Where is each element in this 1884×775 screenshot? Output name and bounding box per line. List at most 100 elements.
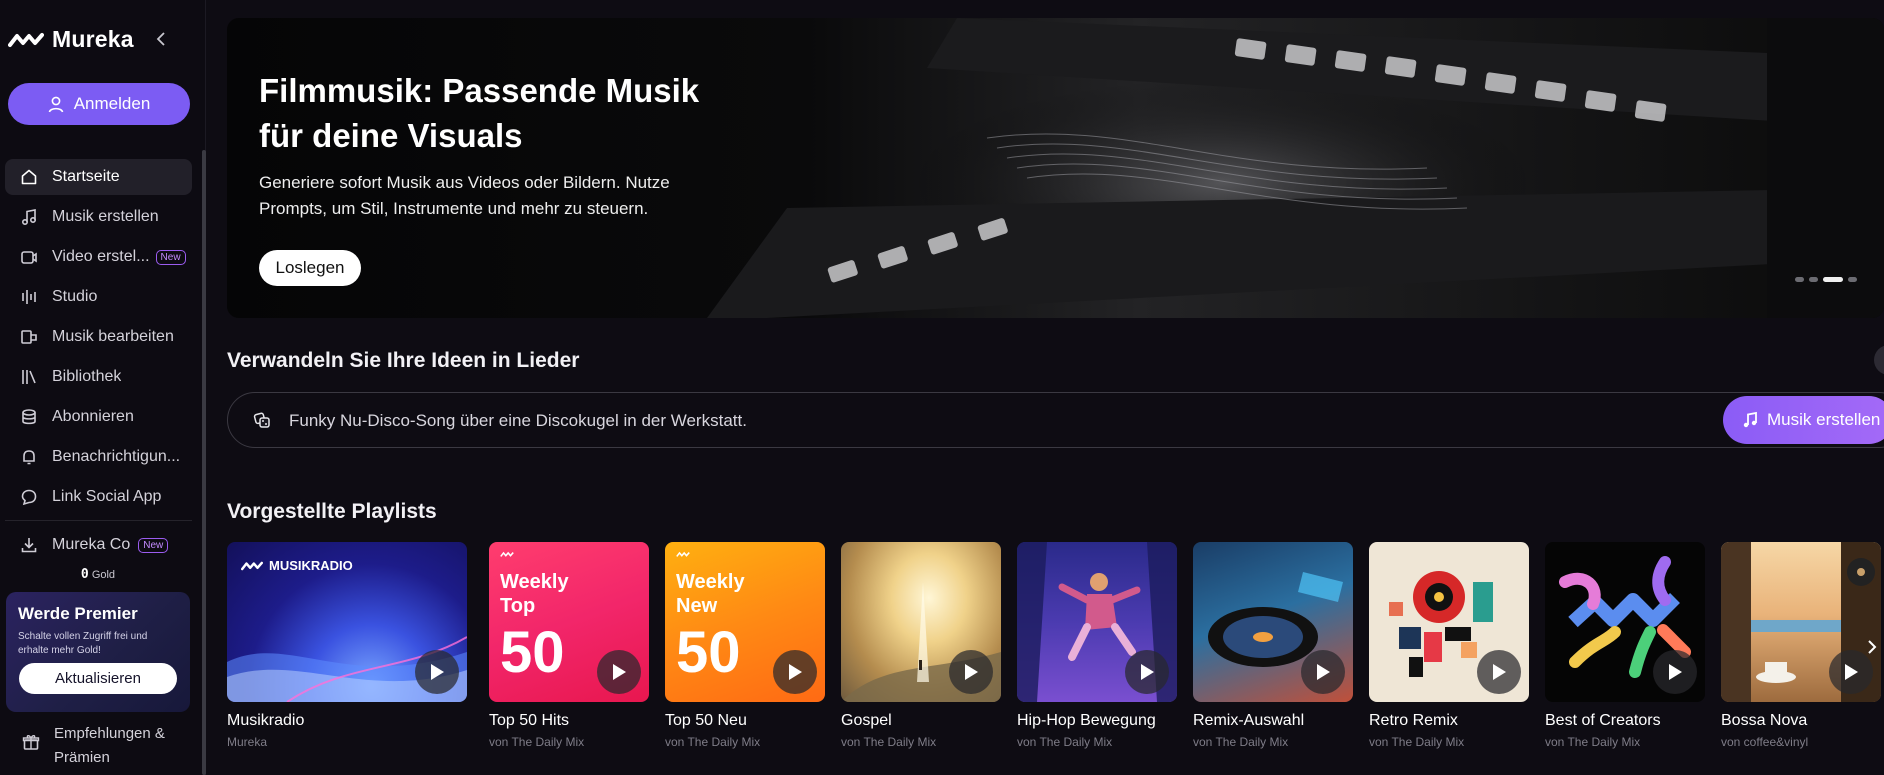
premier-upsell-card: Werde Premier Schalte vollen Zugriff fre… xyxy=(6,592,190,712)
play-button[interactable] xyxy=(949,650,993,694)
playlist-name: Hip-Hop Bewegung xyxy=(1017,712,1156,729)
sidebar-item-video-erstellen[interactable]: Video erstel... New xyxy=(5,239,192,275)
edit-music-icon xyxy=(20,328,38,346)
playlist-card[interactable]: Retro Remix von The Daily Mix xyxy=(1369,542,1529,749)
play-icon xyxy=(965,664,978,680)
sidebar-item-studio[interactable]: Studio xyxy=(5,279,192,315)
playlist-name: Musikradio xyxy=(227,712,305,729)
playlist-card[interactable]: Hip-Hop Bewegung von The Daily Mix xyxy=(1017,542,1177,749)
upgrade-button[interactable]: Aktualisieren xyxy=(19,663,177,694)
sidebar-item-label: Link Social App xyxy=(52,488,162,505)
playlist-owner: von The Daily Mix xyxy=(1369,735,1465,749)
playlist-cover: MUSIKRADIO xyxy=(227,542,467,702)
playlist-owner: von The Daily Mix xyxy=(1017,735,1113,749)
cover-number: 50 xyxy=(676,620,741,685)
sidebar-item-bibliothek[interactable]: Bibliothek xyxy=(5,359,192,395)
cover-number: 50 xyxy=(500,620,565,685)
playlist-name: Best of Creators xyxy=(1545,712,1661,729)
sidebar-item-musik-bearbeiten[interactable]: Musik bearbeiten xyxy=(5,319,192,355)
playlist-row: MUSIKRADIO Musikradio Mureka Weekly Top … xyxy=(227,542,1884,775)
playlist-card[interactable]: Best of Creators von The Daily Mix xyxy=(1545,542,1705,749)
login-button[interactable]: Anmelden xyxy=(8,83,190,125)
playlist-name: Retro Remix xyxy=(1369,712,1458,729)
playlist-owner: von coffee&vinyl xyxy=(1721,735,1809,749)
play-button[interactable] xyxy=(597,650,641,694)
chat-icon xyxy=(20,488,38,506)
playlist-cover: Weekly Top 50 xyxy=(489,542,649,702)
mureka-co-row: Mureka Co New xyxy=(5,527,192,563)
gold-unit: Gold xyxy=(91,569,116,581)
cover-line1: Weekly xyxy=(676,571,745,593)
sidebar-item-label: Musik bearbeiten xyxy=(52,328,174,345)
new-badge: New xyxy=(138,537,169,553)
playlist-card[interactable]: Weekly New 50 Top 50 Neu von The Daily M… xyxy=(665,542,825,749)
sidebar-item-abonnieren[interactable]: Abonnieren xyxy=(5,399,192,435)
hero-film-image xyxy=(227,18,1884,318)
hero-banner[interactable]: Filmmusik: Passende Musik für deine Visu… xyxy=(227,18,1884,318)
carousel-dot[interactable] xyxy=(1809,277,1818,282)
cover-line2: Top xyxy=(500,595,536,617)
gold-amount: 0 xyxy=(80,567,89,582)
app-name: Mureka xyxy=(52,26,134,52)
gold-balance: 0 Gold xyxy=(0,567,196,582)
mureka-co-label: Mureka Co xyxy=(52,536,131,553)
playlist-next-button[interactable] xyxy=(1859,621,1884,673)
mureka-logo-icon xyxy=(500,551,514,557)
sidebar-item-label: Bibliothek xyxy=(52,368,122,385)
bell-icon xyxy=(20,448,38,466)
sidebar-item-rewards[interactable]: Empfehlungen & Prämien xyxy=(5,722,192,770)
playlist-name: Bossa Nova xyxy=(1721,712,1808,729)
playlist-card[interactable]: Weekly Top 50 Top 50 Hits von The Daily … xyxy=(489,542,649,749)
side-button[interactable] xyxy=(1874,345,1884,375)
cover-label: MUSIKRADIO xyxy=(269,558,353,573)
playlist-card[interactable]: Bossa Nova von coffee&vinyl xyxy=(1721,542,1881,749)
sidebar-item-label: Benachrichtigun... xyxy=(52,448,181,465)
sidebar: Mureka Anmelden Startseite Musik erstell… xyxy=(0,0,206,775)
play-button[interactable] xyxy=(1301,650,1345,694)
dice-icon[interactable] xyxy=(253,411,271,434)
play-button[interactable] xyxy=(773,650,817,694)
playlist-name: Remix-Auswahl xyxy=(1193,712,1305,729)
play-button[interactable] xyxy=(1477,650,1521,694)
sidebar-item-benachrichtigungen[interactable]: Benachrichtigun... xyxy=(5,439,192,475)
carousel-dot[interactable] xyxy=(1848,277,1857,282)
sidebar-item-link-social-app[interactable]: Link Social App xyxy=(5,479,192,515)
login-label: Anmelden xyxy=(73,94,151,113)
play-icon xyxy=(1669,664,1682,680)
sidebar-item-musik-erstellen[interactable]: Musik erstellen xyxy=(5,199,192,235)
create-heading: Verwandeln Sie Ihre Ideen in Lieder xyxy=(227,349,580,372)
musikradio-logo: MUSIKRADIO xyxy=(241,558,353,573)
hero-cta-button[interactable]: Loslegen xyxy=(259,250,361,286)
play-button[interactable] xyxy=(415,650,459,694)
prompt-input[interactable]: Funky Nu-Disco-Song über eine Discokugel… xyxy=(227,392,1884,448)
playlist-card[interactable]: Remix-Auswahl von The Daily Mix xyxy=(1193,542,1353,749)
playlist-card[interactable]: MUSIKRADIO Musikradio Mureka xyxy=(227,542,467,749)
download-icon xyxy=(20,536,38,554)
gift-icon xyxy=(22,733,40,759)
sidebar-item-mureka-co[interactable]: Mureka Co New xyxy=(5,527,192,567)
play-button[interactable] xyxy=(1653,650,1697,694)
play-icon xyxy=(789,664,802,680)
create-music-button[interactable]: Musik erstellen xyxy=(1723,396,1884,444)
playlist-owner: von The Daily Mix xyxy=(489,735,585,749)
subscribe-icon xyxy=(20,408,38,426)
prompt-text: Funky Nu-Disco-Song über eine Discokugel… xyxy=(289,411,747,430)
hero-description: Generiere sofort Musik aus Videos oder B… xyxy=(259,173,670,218)
playlist-owner: Mureka xyxy=(227,735,268,749)
play-button[interactable] xyxy=(1125,650,1169,694)
collapse-sidebar-button[interactable] xyxy=(152,29,170,49)
sidebar-divider xyxy=(5,520,192,521)
playlist-cover xyxy=(1369,542,1529,702)
playlist-cover xyxy=(1721,542,1881,702)
playlist-owner: von The Daily Mix xyxy=(841,735,937,749)
sidebar-item-label: Musik erstellen xyxy=(52,208,159,225)
video-icon xyxy=(20,248,38,266)
logo[interactable]: Mureka xyxy=(8,26,134,53)
main-content: Filmmusik: Passende Musik für deine Visu… xyxy=(206,0,1884,775)
playlist-name: Top 50 Neu xyxy=(665,712,747,729)
playlist-cover: Weekly New 50 xyxy=(665,542,825,702)
carousel-dot[interactable] xyxy=(1795,277,1804,282)
sidebar-item-startseite[interactable]: Startseite xyxy=(5,159,192,195)
playlist-card[interactable]: Gospel von The Daily Mix xyxy=(841,542,1001,749)
carousel-dot-active[interactable] xyxy=(1823,277,1843,282)
